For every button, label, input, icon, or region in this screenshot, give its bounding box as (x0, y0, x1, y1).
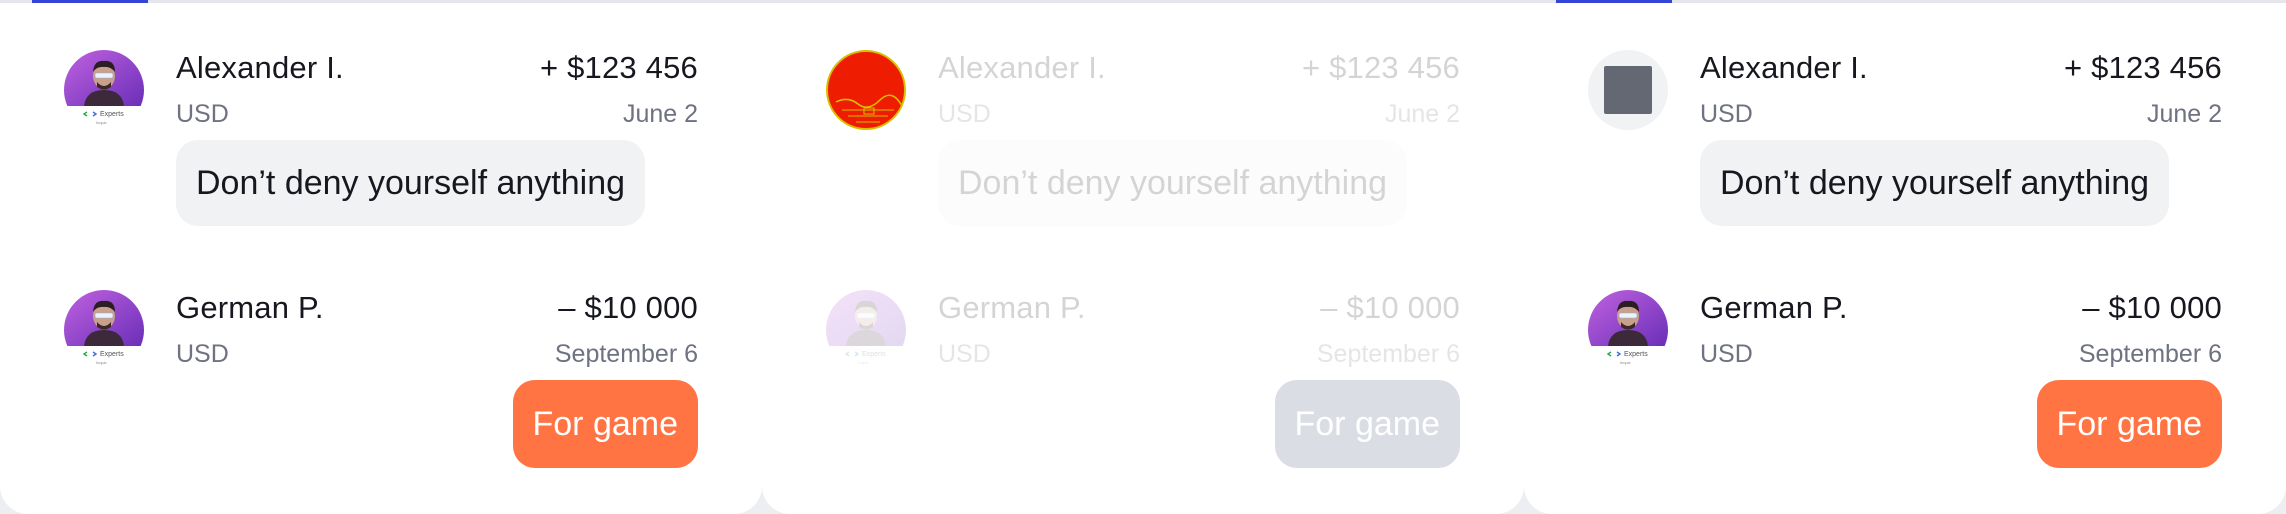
broken-avatar-image (826, 50, 906, 130)
currency-label: USD (938, 340, 991, 368)
active-tab-indicator (32, 0, 148, 3)
transaction-date: September 6 (554, 340, 698, 368)
transaction-card-3: Alexander I. + $123 456 USD June 2 Don’t… (1524, 0, 2286, 514)
avatar: Experts Inquix (64, 290, 144, 370)
avatar-badge-text: Experts (100, 111, 124, 118)
sender-name: German P. (1700, 290, 1848, 325)
transaction-amount: + $123 456 (1301, 50, 1460, 85)
avatar-badge-subtext: Inquix (96, 360, 107, 365)
transaction-amount: + $123 456 (539, 50, 698, 85)
transaction-amount: – $10 000 (1320, 290, 1460, 325)
avatar-badge-subtext: Inquix (96, 120, 107, 125)
sender-name: Alexander I. (938, 50, 1106, 85)
currency-label: USD (1700, 340, 1753, 368)
transaction-date: June 2 (622, 100, 698, 128)
active-tab-indicator (1556, 0, 1672, 3)
sender-name: Alexander I. (176, 50, 344, 85)
currency-label: USD (176, 340, 229, 368)
transaction-note-bubble: Don’t deny yourself anything (938, 140, 1408, 226)
transaction-date: June 2 (1384, 100, 1460, 128)
transaction-amount: – $10 000 (2082, 290, 2222, 325)
transaction-card-2-loading: Alexander I. + $123 456 USD June 2 Don’t… (762, 0, 1524, 514)
avatar-photo-icon: Experts Inquix (1588, 290, 1668, 370)
avatar-badge-text: Experts (1624, 351, 1648, 358)
transaction-amount: + $123 456 (2063, 50, 2222, 85)
currency-label: USD (1700, 100, 1753, 128)
avatar-badge-text: Experts (100, 351, 124, 358)
avatar-badge-subtext: Inquix (858, 360, 869, 365)
transaction-card-1: Experts Inquix Alexander I. + $123 456 US… (0, 0, 762, 514)
transaction-cards-stage: Experts Inquix Alexander I. + $123 456 US… (0, 0, 2286, 514)
image-placeholder-icon (1604, 66, 1652, 114)
transaction-date: June 2 (2146, 100, 2222, 128)
transaction-date: September 6 (1316, 340, 1460, 368)
sender-name: German P. (176, 290, 324, 325)
avatar-badge-text: Experts (862, 351, 886, 358)
transaction-tag[interactable]: For game (512, 380, 698, 468)
currency-label: USD (176, 100, 229, 128)
card-top-divider (762, 0, 1524, 3)
avatar: Experts Inquix (64, 50, 144, 130)
sender-name: Alexander I. (1700, 50, 1868, 85)
avatar-photo-icon: Experts Inquix (64, 50, 144, 130)
transaction-note-bubble: Don’t deny yourself anything (176, 140, 646, 226)
transaction-note-bubble: Don’t deny yourself anything (1700, 140, 2170, 226)
currency-label: USD (938, 100, 991, 128)
transaction-tag[interactable]: For game (2036, 380, 2222, 468)
avatar-badge-subtext: Inquix (1620, 360, 1631, 365)
sender-name: German P. (938, 290, 1086, 325)
transaction-amount: – $10 000 (558, 290, 698, 325)
transaction-date: September 6 (2078, 340, 2222, 368)
avatar-photo-icon: Experts Inquix (64, 290, 144, 370)
avatar-placeholder (1588, 50, 1668, 130)
broken-image-icon (835, 94, 903, 123)
avatar-photo-icon: Experts Inquix (826, 290, 906, 370)
avatar: Experts Inquix (826, 290, 906, 370)
avatar: Experts Inquix (1588, 290, 1668, 370)
transaction-tag[interactable]: For game (1274, 380, 1460, 468)
